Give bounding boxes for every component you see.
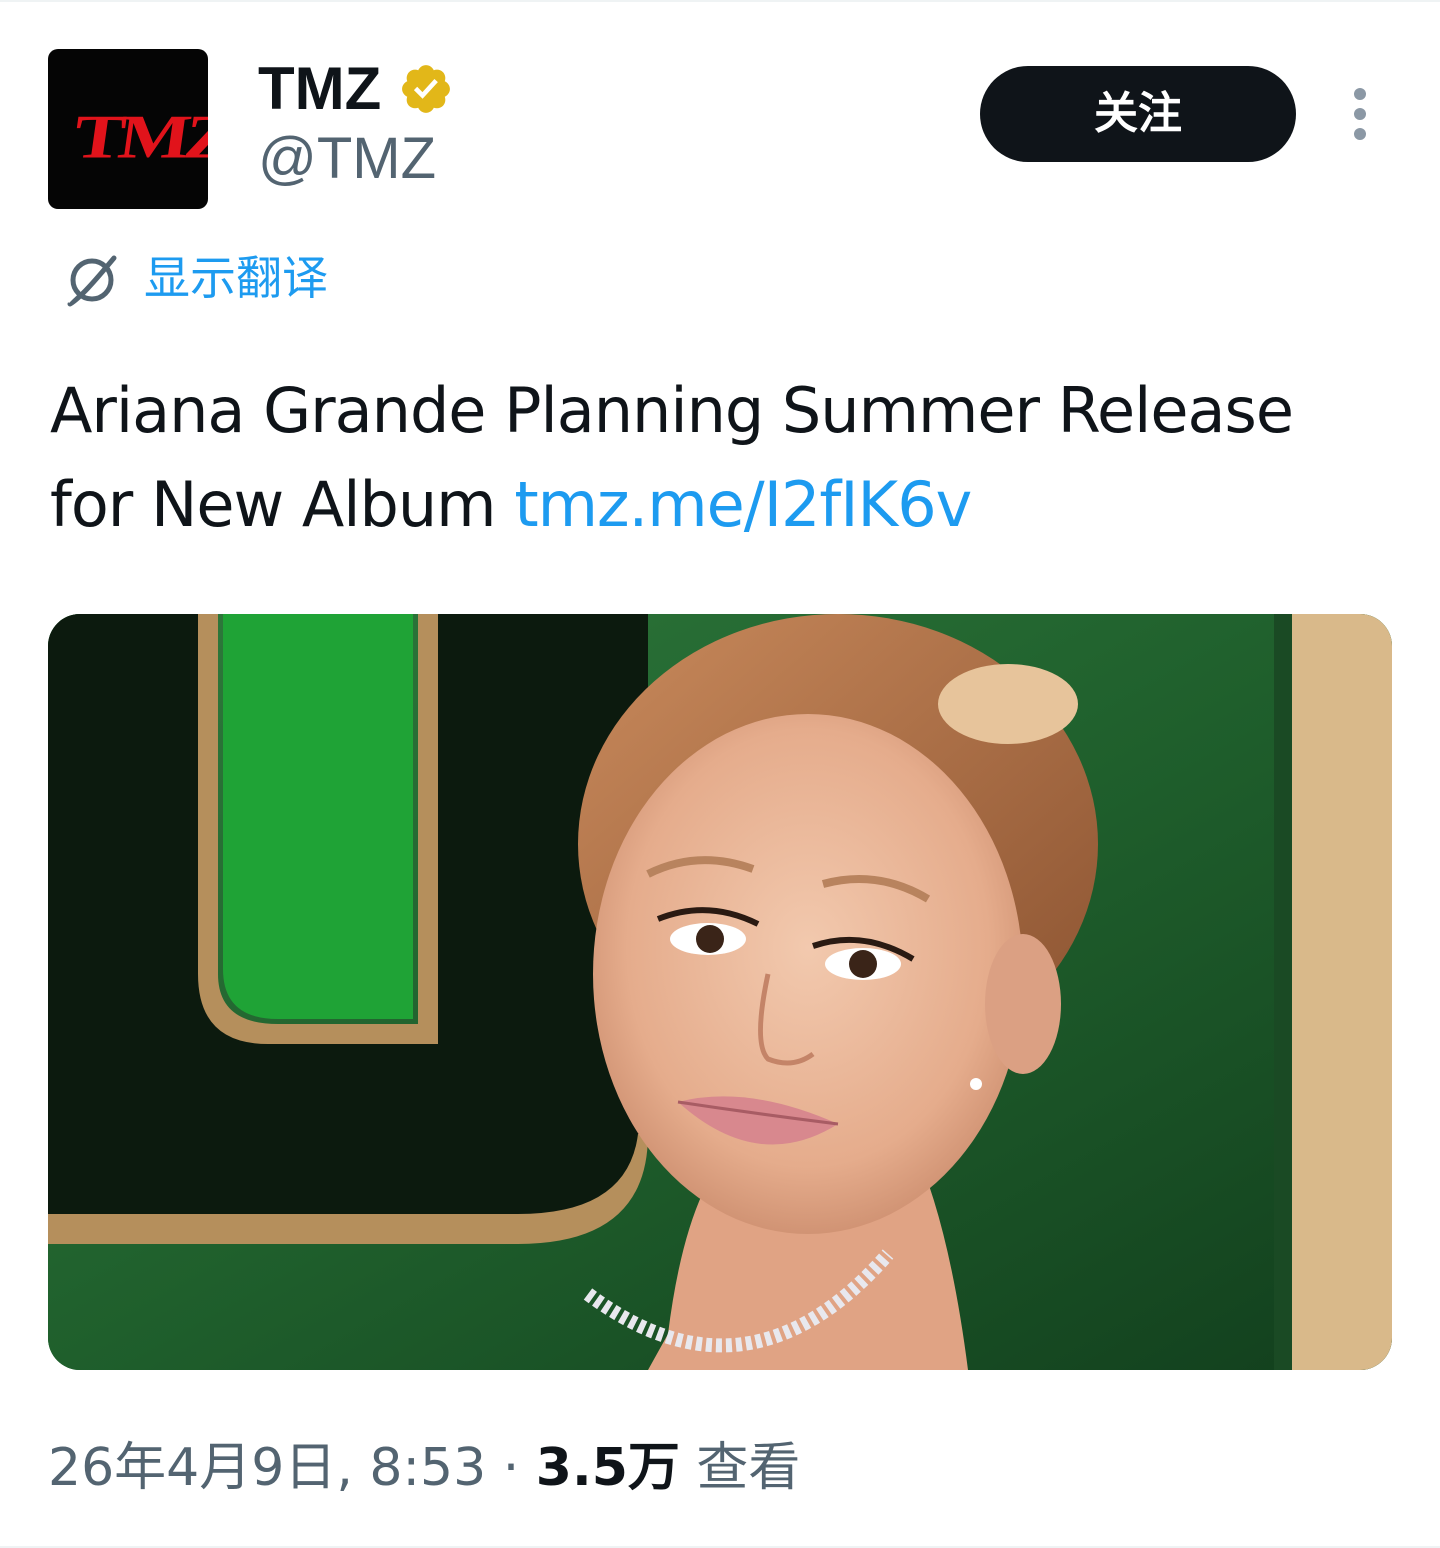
- tweet-photo[interactable]: [48, 614, 1392, 1370]
- tweet-meta-row: 26年4月9日, 8:53 · 3.5万 查看: [48, 1430, 800, 1500]
- views-label: 查看: [696, 1438, 801, 1498]
- more-options-button[interactable]: [1340, 84, 1380, 144]
- verified-badge-icon: [402, 65, 450, 113]
- author-avatar[interactable]: TMZ: [48, 49, 208, 209]
- show-translation-link[interactable]: 显示翻译: [64, 248, 384, 308]
- tmz-logo: TMZ: [69, 102, 208, 172]
- author-display-name[interactable]: TMZ: [258, 56, 381, 122]
- top-divider: [0, 0, 1440, 2]
- more-vertical-icon-dot: [1354, 108, 1366, 120]
- follow-button[interactable]: 关注: [980, 66, 1296, 162]
- tweet-text: Ariana Grande Planning Summer Release fo…: [50, 364, 1390, 552]
- tweet-link[interactable]: tmz.me/I2fIK6v: [514, 468, 972, 541]
- tweet-timestamp[interactable]: 26年4月9日, 8:53: [48, 1438, 486, 1498]
- show-translation-label: 显示翻译: [144, 251, 328, 305]
- photo-illustration: [48, 614, 1392, 1370]
- globe-icon: [66, 255, 117, 307]
- author-handle[interactable]: @TMZ: [258, 128, 436, 190]
- meta-separator: ·: [502, 1438, 520, 1498]
- tweet-detail-page: TMZ TMZ @TMZ 关注 显示翻译 Ariana Grande Plann…: [0, 0, 1440, 1548]
- views-count[interactable]: 3.5万: [536, 1438, 680, 1498]
- more-vertical-icon: [1354, 88, 1366, 100]
- more-vertical-icon-dot: [1354, 128, 1366, 140]
